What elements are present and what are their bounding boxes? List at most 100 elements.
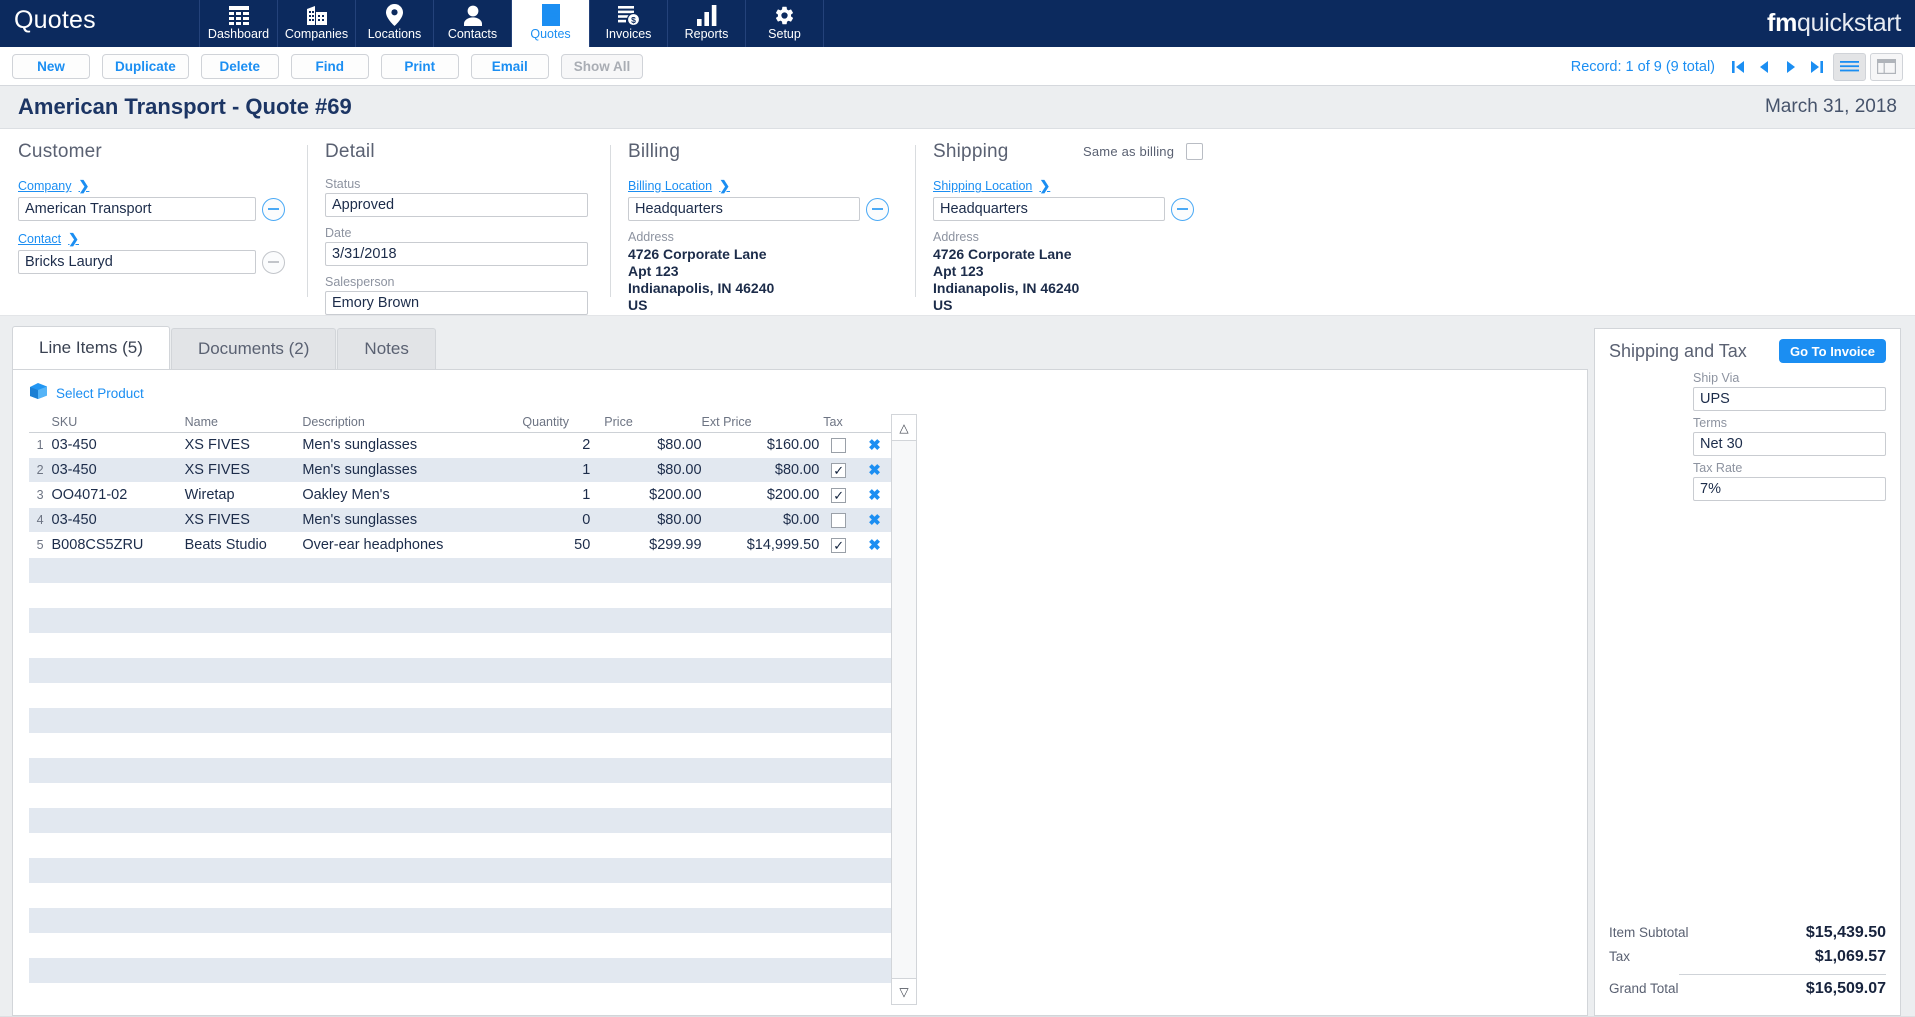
nav-item-reports[interactable]: Reports [667, 0, 746, 47]
row-tax-checkbox[interactable] [831, 512, 847, 528]
last-record-icon[interactable] [1803, 53, 1829, 81]
tax-rate-input[interactable] [1693, 477, 1886, 501]
row-tax-checkbox[interactable]: ✓ [831, 487, 847, 503]
empty-row[interactable] [29, 783, 891, 808]
row-price[interactable]: $80.00 [604, 507, 702, 533]
row-name[interactable]: XS FIVES [184, 507, 303, 533]
empty-row[interactable] [29, 558, 891, 583]
empty-row[interactable] [29, 908, 891, 933]
table-row[interactable]: 1 03-450 XS FIVES Men's sunglasses 2 $80.00 $1… [29, 432, 891, 458]
row-quantity[interactable]: 50 [522, 532, 605, 558]
contact-input[interactable] [18, 250, 256, 274]
empty-row[interactable] [29, 733, 891, 758]
row-sku[interactable]: 03-450 [51, 507, 185, 533]
remove-billing-location-button[interactable] [866, 197, 889, 221]
row-sku[interactable]: B008CS5ZRU [51, 532, 185, 558]
nav-item-contacts[interactable]: Contacts [433, 0, 512, 47]
row-quantity[interactable]: 0 [522, 507, 605, 533]
salesperson-input[interactable] [325, 291, 588, 315]
row-name[interactable]: Wiretap [184, 482, 303, 508]
shipping-location-input[interactable] [933, 197, 1165, 221]
row-price[interactable]: $200.00 [604, 482, 702, 508]
empty-row[interactable] [29, 658, 891, 683]
empty-row[interactable] [29, 633, 891, 658]
go-to-invoice-button[interactable]: Go To Invoice [1779, 339, 1886, 363]
date-input[interactable] [325, 242, 588, 266]
table-row[interactable]: 2 03-450 XS FIVES Men's sunglasses 1 $80.00 $8… [29, 457, 891, 483]
remove-shipping-location-button[interactable] [1171, 197, 1194, 221]
email-button[interactable]: Email [470, 53, 549, 79]
company-link[interactable]: Company ❯ [18, 178, 89, 194]
empty-row[interactable] [29, 608, 891, 633]
billing-location-link[interactable]: Billing Location ❯ [628, 178, 730, 194]
row-quantity[interactable]: 2 [522, 432, 605, 458]
remove-company-button[interactable] [262, 197, 285, 221]
table-row[interactable]: 3 OO4071-02 Wiretap Oakley Men's 1 $200.00 $20… [29, 482, 891, 508]
row-tax-checkbox[interactable] [831, 437, 847, 453]
tab-line-items[interactable]: Line Items (5) [12, 326, 170, 369]
delete-row-icon[interactable]: ✖ [868, 437, 881, 454]
empty-row[interactable] [29, 833, 891, 858]
empty-row[interactable] [29, 808, 891, 833]
next-record-icon[interactable] [1777, 53, 1803, 81]
empty-row[interactable] [29, 883, 891, 908]
delete-row-icon[interactable]: ✖ [868, 537, 881, 554]
empty-row[interactable] [29, 958, 891, 983]
row-description[interactable]: Over-ear headphones [302, 532, 523, 558]
nav-item-dashboard[interactable]: Dashboard [199, 0, 278, 47]
nav-item-setup[interactable]: Setup [745, 0, 824, 47]
first-record-icon[interactable] [1725, 53, 1751, 81]
empty-row[interactable] [29, 858, 891, 883]
row-description[interactable]: Oakley Men's [302, 482, 523, 508]
delete-row-icon[interactable]: ✖ [868, 462, 881, 479]
row-quantity[interactable]: 1 [522, 457, 605, 483]
row-sku[interactable]: 03-450 [51, 432, 185, 458]
empty-row[interactable] [29, 758, 891, 783]
row-sku[interactable]: 03-450 [51, 457, 185, 483]
ship-via-input[interactable] [1693, 387, 1886, 411]
row-tax-checkbox[interactable]: ✓ [831, 462, 847, 478]
row-name[interactable]: XS FIVES [184, 457, 303, 483]
empty-row[interactable] [29, 933, 891, 958]
nav-item-invoices[interactable]: $ Invoices [589, 0, 668, 47]
row-price[interactable]: $299.99 [604, 532, 702, 558]
row-price[interactable]: $80.00 [604, 457, 702, 483]
delete-row-icon[interactable]: ✖ [868, 512, 881, 529]
list-view-icon[interactable] [1833, 52, 1866, 81]
row-tax-checkbox[interactable]: ✓ [831, 537, 847, 553]
scroll-down-icon[interactable]: ▽ [892, 978, 916, 1004]
terms-input[interactable] [1693, 432, 1886, 456]
nav-item-companies[interactable]: Companies [277, 0, 356, 47]
empty-row[interactable] [29, 708, 891, 733]
select-product-button[interactable]: Select Product [13, 382, 1587, 415]
table-row[interactable]: 4 03-450 XS FIVES Men's sunglasses 0 $80.00 $0… [29, 507, 891, 533]
empty-row[interactable] [29, 683, 891, 708]
nav-item-locations[interactable]: Locations [355, 0, 434, 47]
form-view-icon[interactable] [1870, 52, 1903, 81]
shipping-location-link[interactable]: Shipping Location ❯ [933, 178, 1050, 194]
row-quantity[interactable]: 1 [522, 482, 605, 508]
delete-row-icon[interactable]: ✖ [868, 487, 881, 504]
contact-link[interactable]: Contact ❯ [18, 231, 79, 247]
print-button[interactable]: Print [380, 53, 459, 79]
row-name[interactable]: Beats Studio [184, 532, 303, 558]
scroll-up-icon[interactable]: △ [892, 415, 916, 441]
find-button[interactable]: Find [290, 53, 369, 79]
empty-row[interactable] [29, 583, 891, 608]
row-description[interactable]: Men's sunglasses [302, 507, 523, 533]
row-description[interactable]: Men's sunglasses [302, 457, 523, 483]
empty-row[interactable] [29, 983, 891, 1008]
nav-item-quotes[interactable]: Quotes [511, 0, 590, 47]
company-input[interactable] [18, 197, 256, 221]
tab-notes[interactable]: Notes [337, 328, 436, 369]
row-price[interactable]: $80.00 [604, 432, 702, 458]
billing-location-input[interactable] [628, 197, 860, 221]
previous-record-icon[interactable] [1751, 53, 1777, 81]
remove-contact-button[interactable] [262, 250, 285, 274]
show-all-button[interactable]: Show All [560, 53, 644, 79]
delete-button[interactable]: Delete [200, 53, 279, 79]
tab-documents[interactable]: Documents (2) [170, 328, 337, 369]
new-button[interactable]: New [12, 53, 90, 79]
same-as-billing-checkbox[interactable] [1186, 143, 1204, 160]
table-row[interactable]: 5 B008CS5ZRU Beats Studio Over-ear headphon… [29, 532, 891, 558]
